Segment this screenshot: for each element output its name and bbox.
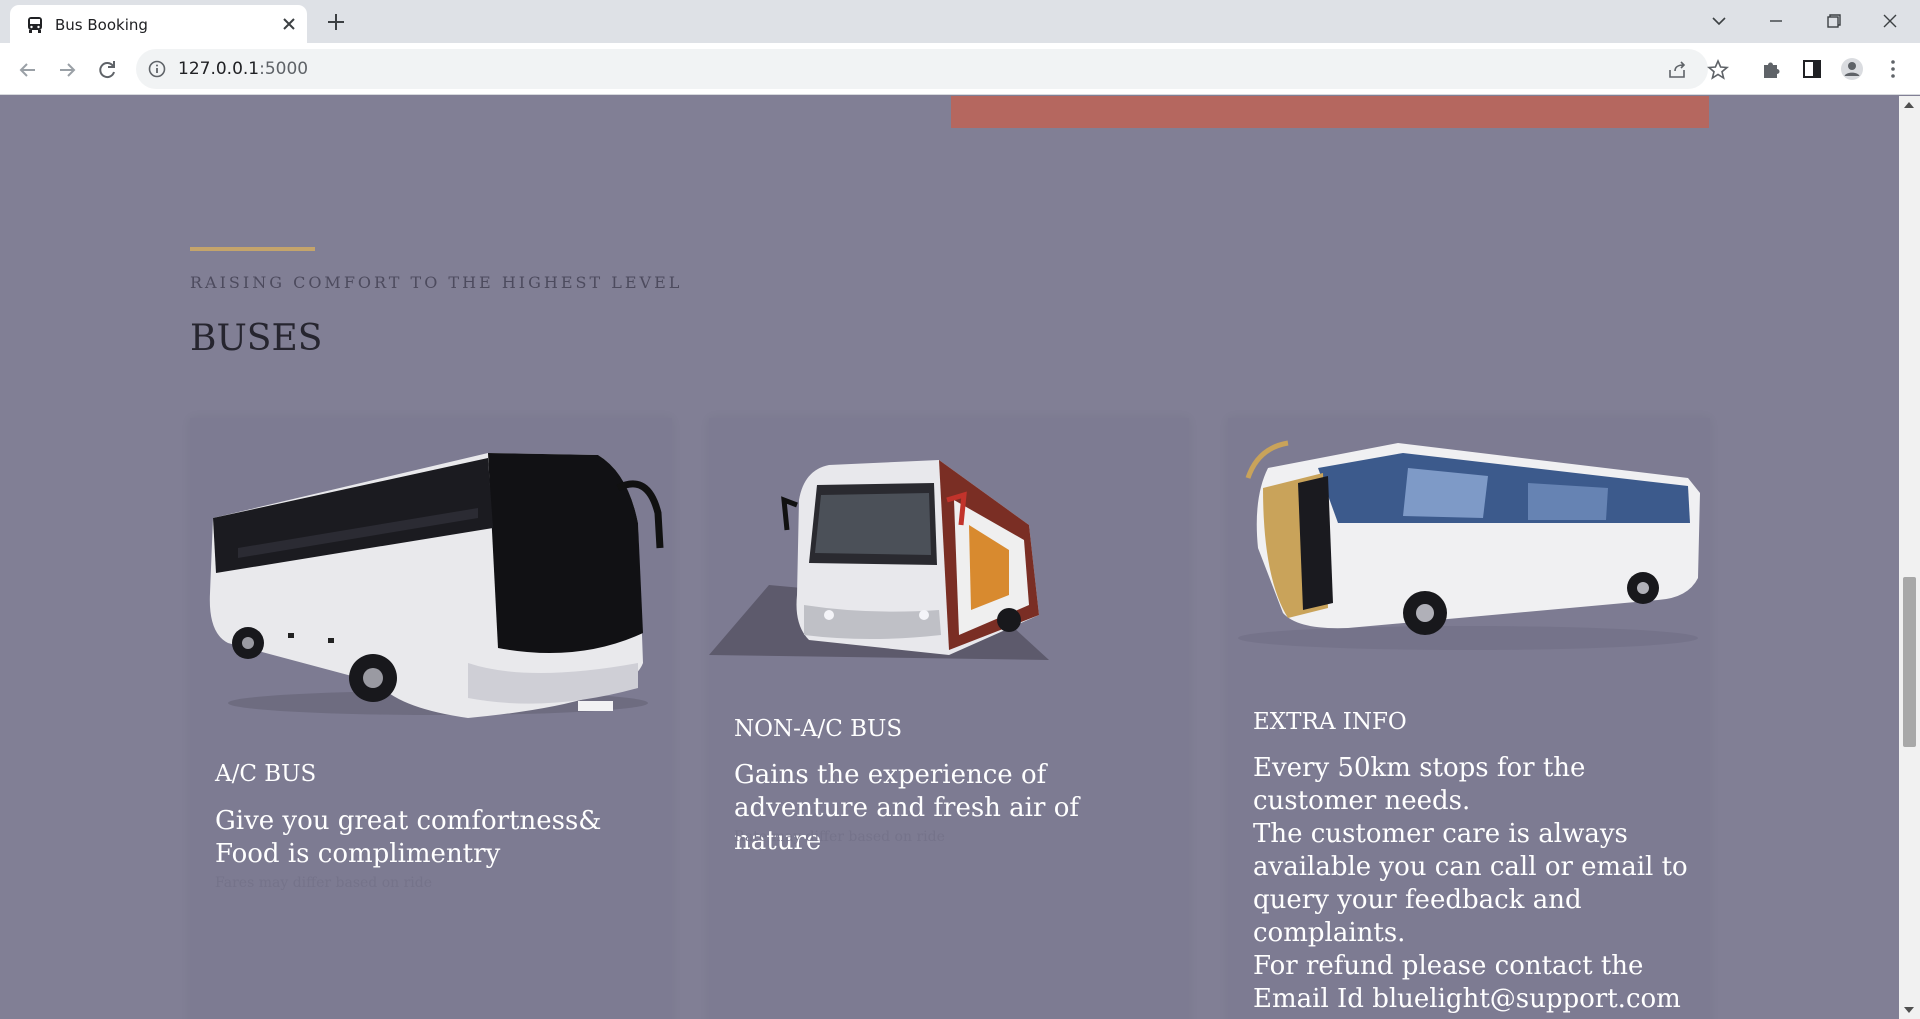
scroll-down-arrow-icon[interactable] [1904,1007,1914,1013]
bus-card-ac: A/C BUS Give you great comfortness& Food… [190,418,672,1019]
browser-tabbar: Bus Booking [0,0,1920,43]
back-arrow-icon[interactable] [14,56,42,84]
browser-toolbar: 127.0.0.1:5000 [0,43,1920,95]
close-icon[interactable] [279,14,299,34]
card-title: EXTRA INFO [1253,709,1407,735]
tab-title: Bus Booking [55,16,148,34]
profile-avatar-icon[interactable] [1838,55,1866,83]
scroll-up-arrow-icon[interactable] [1904,102,1914,108]
page-scrollbar[interactable] [1899,96,1920,1019]
coach-bus-image [1238,440,1700,650]
forward-arrow-icon[interactable] [53,56,81,84]
page-viewport: RAISING COMFORT TO THE HIGHEST LEVEL BUS… [0,96,1899,1019]
non-ac-bus-image [709,460,1049,660]
card-note: Rate may differ based on ride [734,829,945,845]
url-text: 127.0.0.1:5000 [178,59,309,79]
section-subtitle: RAISING COMFORT TO THE HIGHEST LEVEL [190,273,683,292]
info-line: For refund please contact the Email Id b… [1253,951,1681,1014]
info-line: The customer care is always available yo… [1253,819,1688,948]
restore-icon[interactable] [1819,8,1847,34]
window-close-icon[interactable] [1876,8,1904,34]
extra-info-card: EXTRA INFO Every 50km stops for the cust… [1228,418,1710,1019]
info-icon[interactable] [148,60,166,78]
bus-icon [28,17,42,33]
share-icon[interactable] [1666,58,1690,82]
chevron-down-icon[interactable] [1705,8,1733,34]
banner-block [951,96,1709,128]
kebab-menu-icon[interactable] [1879,55,1907,83]
card-title: A/C BUS [215,761,317,787]
card-title: NON-A/C BUS [734,716,903,742]
section-title: BUSES [190,318,323,359]
plus-icon[interactable] [323,9,349,35]
extra-info-text: Every 50km stops for the customer needs.… [1253,752,1693,1016]
extensions-puzzle-icon[interactable] [1758,55,1786,83]
section-accent-line [190,247,315,251]
side-panel-icon[interactable] [1798,55,1826,83]
star-icon[interactable] [1706,58,1730,82]
info-line: Every 50km stops for the customer needs. [1253,753,1586,816]
browser-tab[interactable]: Bus Booking [10,5,307,43]
card-description: Give you great comfortness& Food is comp… [215,806,602,869]
ac-bus-image [209,453,664,718]
reload-icon[interactable] [93,56,121,84]
address-bar[interactable]: 127.0.0.1:5000 [136,49,1730,89]
scroll-thumb[interactable] [1903,577,1916,747]
bus-card-non-ac: NON-A/C BUS Gains the experience of adve… [709,418,1189,1019]
card-note: Fares may differ based on ride [215,875,433,891]
minimize-icon[interactable] [1762,8,1790,34]
